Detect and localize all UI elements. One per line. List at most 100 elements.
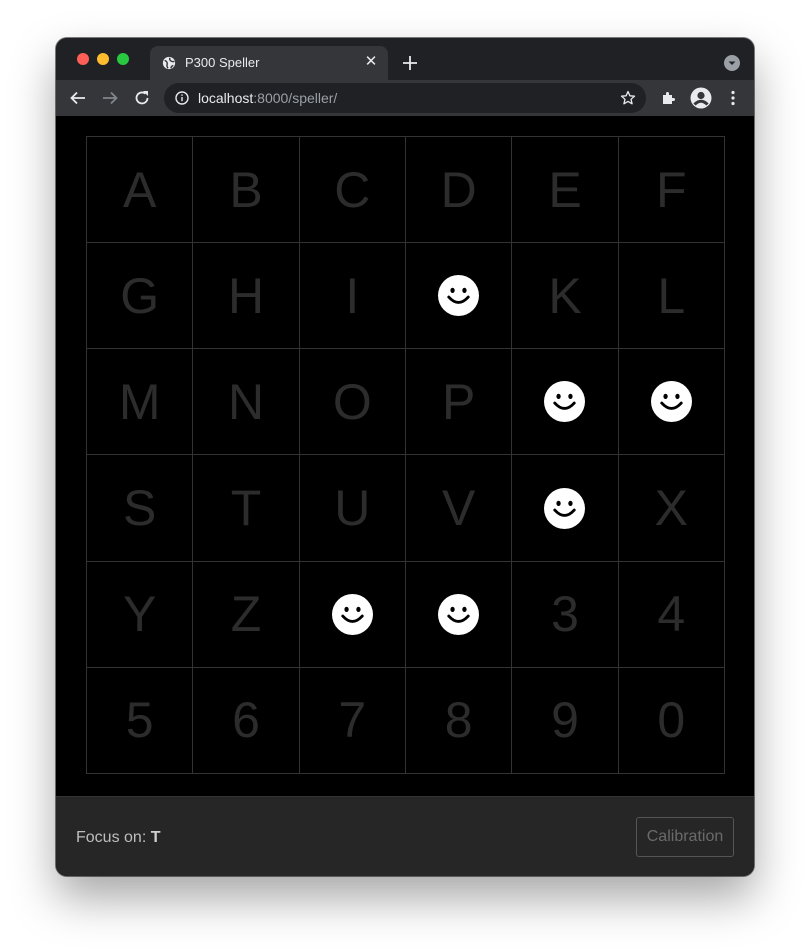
speller-letter: P: [441, 373, 476, 430]
url-host: localhost: [198, 90, 254, 106]
browser-window: P300 Speller ✕ localhost:8000/speller/ A…: [56, 38, 754, 876]
footer-bar: Focus on: T Calibration: [56, 796, 754, 876]
calibration-button[interactable]: Calibration: [636, 817, 734, 857]
speller-cell-0: 0: [618, 667, 725, 774]
speller-cell-e: E: [512, 137, 619, 244]
speller-letter: B: [229, 161, 263, 218]
speller-cell-3: 3: [512, 561, 619, 668]
url-path: :8000/speller/: [253, 90, 338, 106]
speller-cell-c: C: [299, 137, 406, 244]
speller-cell-4: 4: [618, 561, 725, 668]
page-content: A B C D E F G H I K L M N O P S T U V X Y Z 3 4 5 6 7 8 9 0 Focus on:…: [56, 116, 754, 876]
smiley-face-icon: [544, 487, 586, 529]
globe-icon: [162, 56, 176, 70]
speller-letter: K: [548, 267, 582, 324]
speller-cell-6: 6: [193, 667, 300, 774]
forward-arrow-icon[interactable]: [101, 89, 119, 107]
speller-cell-z: Z: [193, 561, 300, 668]
speller-cell-r: [618, 349, 725, 456]
speller-letter: M: [118, 373, 161, 430]
speller-cell-q: [512, 349, 619, 456]
bookmark-star-icon[interactable]: [620, 90, 636, 106]
speller-cell-f: F: [618, 137, 725, 244]
toolbar: localhost:8000/speller/: [56, 80, 754, 116]
speller-cell-s: S: [87, 455, 194, 562]
speller-letter: Z: [230, 586, 262, 643]
speller-letter: T: [230, 480, 262, 537]
zoom-window-button[interactable]: [117, 53, 129, 65]
speller-cell-b: B: [193, 137, 300, 244]
speller-letter: S: [122, 480, 157, 537]
focus-target: T: [150, 829, 161, 846]
speller-cell-v: V: [406, 455, 513, 562]
speller-cell-y: Y: [87, 561, 194, 668]
speller-letter: G: [120, 267, 160, 324]
close-tab-icon[interactable]: ✕: [364, 54, 378, 69]
speller-cell-a: A: [87, 137, 194, 244]
tab-p300-speller[interactable]: P300 Speller ✕: [150, 46, 388, 80]
speller-letter: 4: [657, 586, 686, 643]
speller-letter: I: [345, 267, 360, 324]
url-text: localhost:8000/speller/: [198, 90, 337, 106]
smiley-face-icon: [650, 381, 692, 423]
speller-grid: A B C D E F G H I K L M N O P S T U V X Y Z 3 4 5 6 7 8 9 0: [86, 136, 725, 774]
speller-letter: E: [548, 161, 582, 218]
speller-cell-8: 8: [406, 667, 513, 774]
speller-letter: 5: [125, 692, 154, 749]
speller-letter: A: [122, 161, 157, 218]
speller-letter: V: [441, 480, 476, 537]
speller-letter: F: [656, 161, 687, 218]
more-menu-icon[interactable]: [724, 89, 742, 107]
speller-cell-m: M: [87, 349, 194, 456]
speller-letter: 8: [444, 692, 473, 749]
speller-cell-u: U: [299, 455, 406, 562]
new-tab-plus-icon[interactable]: [401, 54, 419, 72]
speller-cell-k: K: [512, 243, 619, 350]
speller-letter: 3: [551, 586, 579, 643]
speller-letter: H: [227, 267, 265, 324]
tab-title: P300 Speller: [185, 55, 260, 70]
speller-letter: D: [440, 161, 477, 218]
back-arrow-icon[interactable]: [69, 89, 87, 107]
smiley-face-icon: [438, 593, 480, 635]
speller-cell-i: I: [299, 243, 406, 350]
speller-letter: N: [227, 373, 265, 430]
speller-cell-2: [406, 561, 513, 668]
speller-letter: U: [334, 480, 371, 537]
speller-cell-l: L: [618, 243, 725, 350]
speller-cell-x: X: [618, 455, 725, 562]
speller-cell-7: 7: [299, 667, 406, 774]
focus-label: Focus on:: [76, 829, 147, 846]
site-info-icon[interactable]: [175, 91, 189, 105]
address-bar[interactable]: localhost:8000/speller/: [164, 83, 646, 113]
speller-cell-9: 9: [512, 667, 619, 774]
speller-cell-j: [406, 243, 513, 350]
speller-cell-d: D: [406, 137, 513, 244]
speller-letter: C: [334, 161, 371, 218]
speller-letter: O: [332, 373, 372, 430]
minimize-window-button[interactable]: [97, 53, 109, 65]
smiley-face-icon: [438, 275, 480, 317]
speller-letter: 9: [551, 692, 579, 749]
speller-cell-5: 5: [87, 667, 194, 774]
speller-cell-o: O: [299, 349, 406, 456]
speller-letter: 7: [338, 692, 367, 749]
speller-letter: 0: [657, 692, 686, 749]
close-window-button[interactable]: [77, 53, 89, 65]
speller-letter: L: [657, 267, 686, 324]
smiley-face-icon: [331, 593, 373, 635]
speller-letter: Y: [122, 586, 157, 643]
speller-cell-n: N: [193, 349, 300, 456]
reload-icon[interactable]: [133, 89, 151, 107]
profile-avatar-icon[interactable]: [690, 87, 712, 109]
speller-cell-w: [512, 455, 619, 562]
speller-letter: X: [654, 480, 688, 537]
extensions-puzzle-icon[interactable]: [660, 89, 678, 107]
speller-cell-t: T: [193, 455, 300, 562]
smiley-face-icon: [544, 381, 586, 423]
focus-indicator: Focus on: T: [76, 829, 161, 847]
speller-cell-g: G: [87, 243, 194, 350]
speller-cell-p: P: [406, 349, 513, 456]
tab-search-icon[interactable]: [724, 55, 740, 71]
speller-cell-1: [299, 561, 406, 668]
